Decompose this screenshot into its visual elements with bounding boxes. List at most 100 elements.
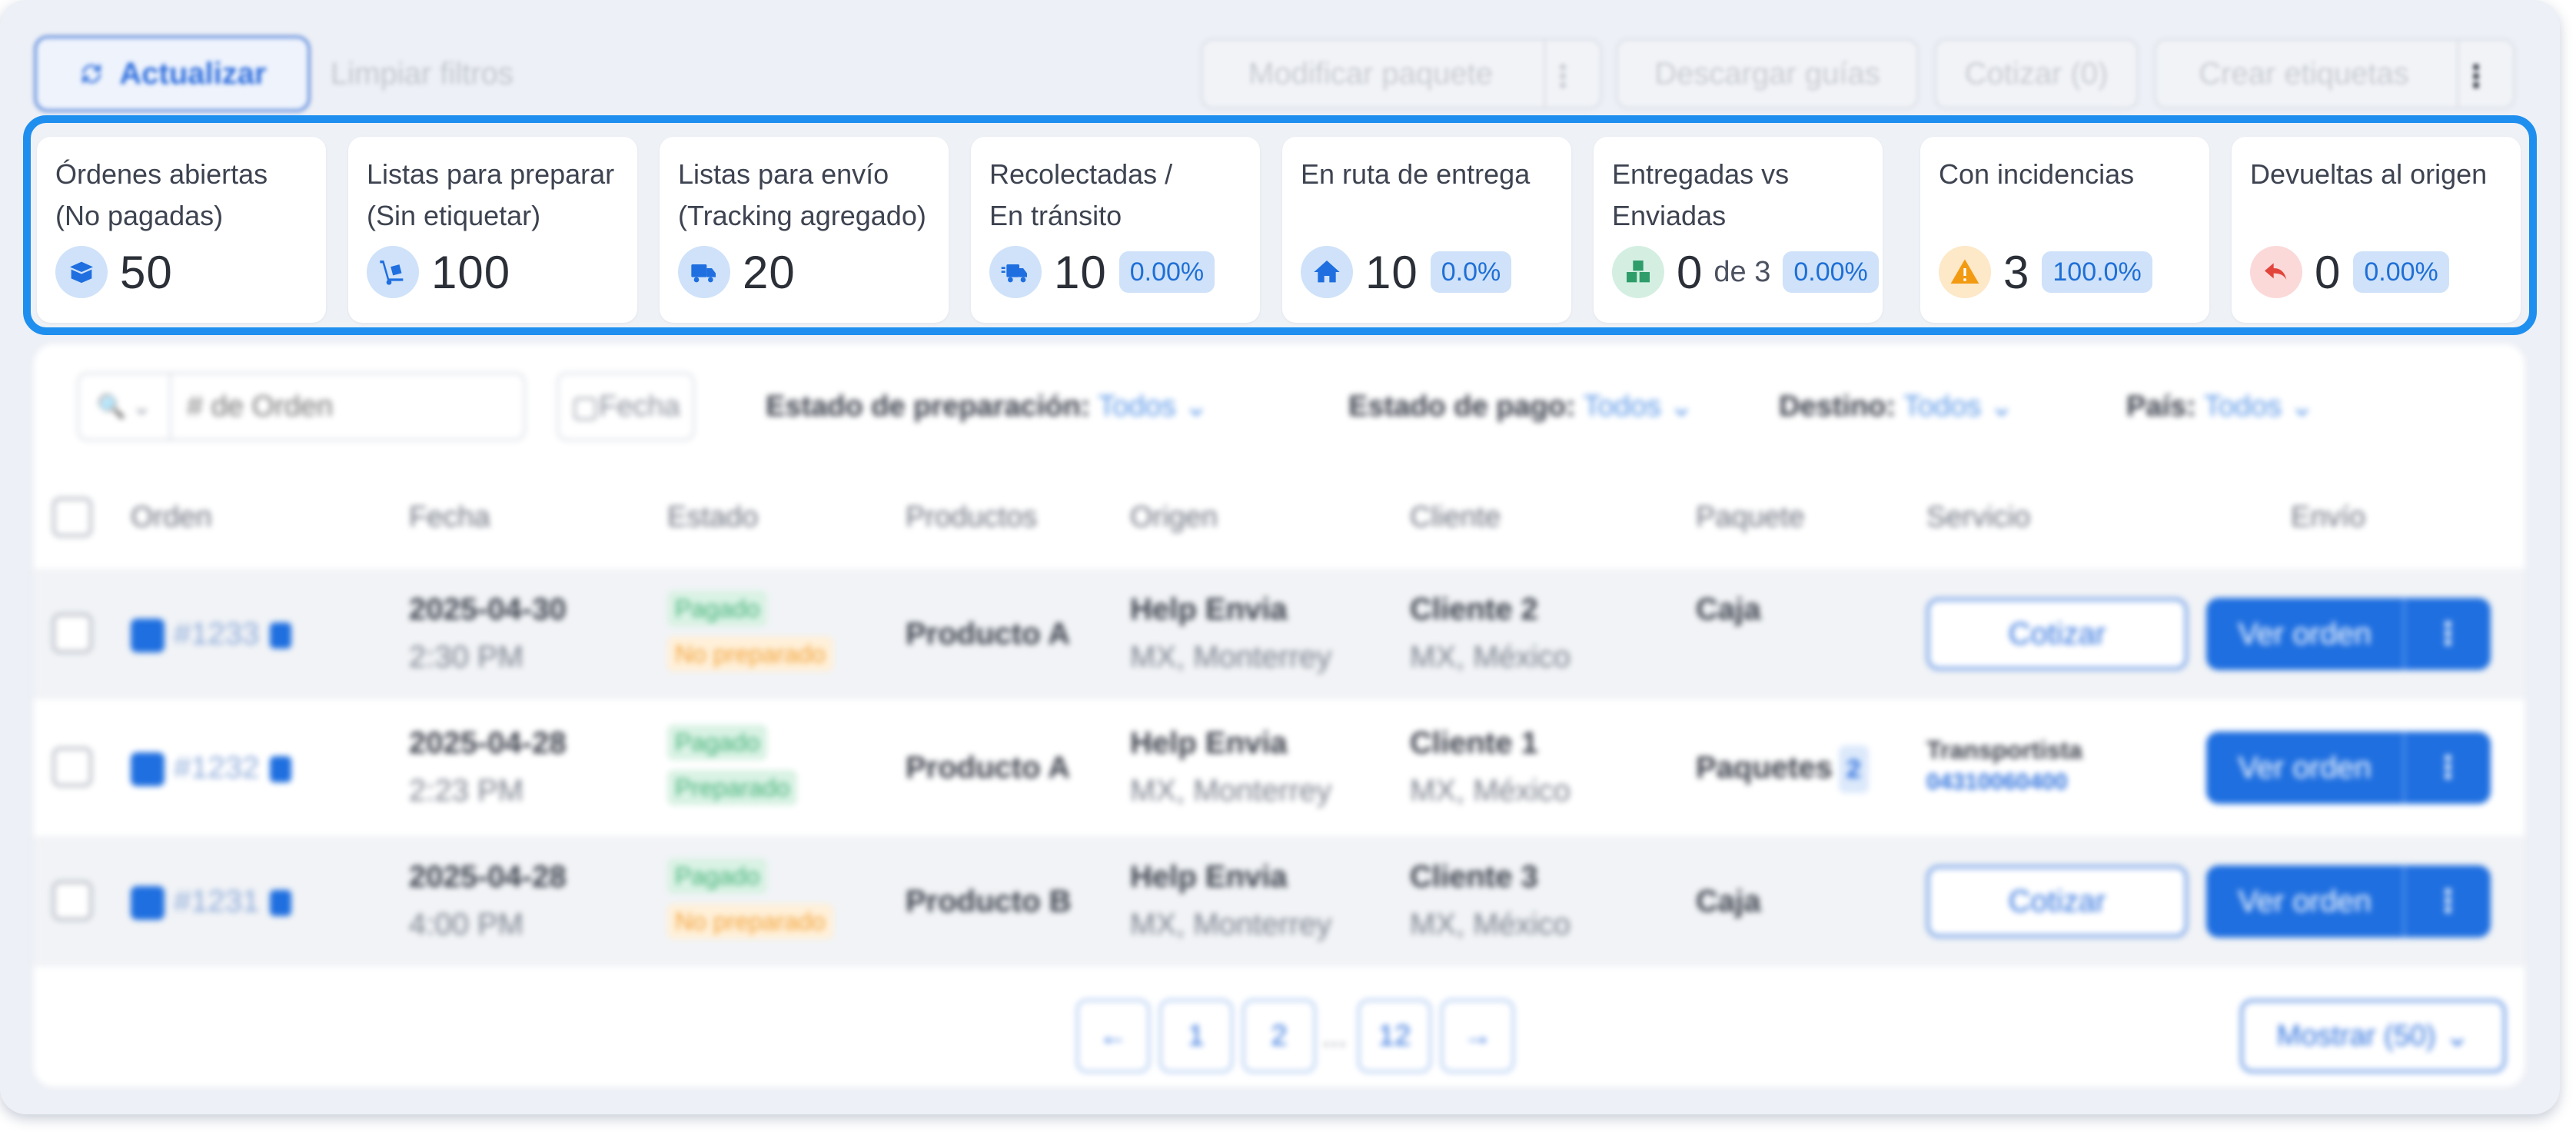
order-date: 2025-04-28: [409, 726, 567, 760]
view-order-label: Ver orden: [2238, 616, 2372, 651]
order-number[interactable]: #1231: [174, 885, 259, 918]
chevron-down-icon: ⌄: [1669, 390, 1694, 423]
destination-value: Todos: [1903, 390, 1982, 423]
stat-label: Recolectadas / En tránsito: [989, 158, 1173, 231]
column-header[interactable]: Productos: [906, 501, 1037, 534]
modify-package-button[interactable]: Modificar paquete ⋮: [1201, 38, 1602, 109]
column-header[interactable]: Origen: [1130, 501, 1218, 534]
chevron-down-icon: ⌄: [1184, 390, 1209, 423]
column-header[interactable]: Servicio: [1926, 501, 2030, 534]
more-options-icon[interactable]: ⋮: [2405, 616, 2491, 652]
product-cell: Producto B: [906, 885, 1072, 918]
search-type-select[interactable]: 🔍 ⌄: [79, 374, 171, 439]
stat-card-delivered[interactable]: Entregadas vs Enviadas 0 de 3 0.00%: [1594, 137, 1883, 323]
filters-bar: 🔍 ⌄ ▢ Fecha Estado de preparación: Todos…: [34, 344, 2524, 460]
next-page-button[interactable]: →: [1441, 999, 1514, 1073]
destination-filter[interactable]: Destino: Todos ⌄: [1779, 389, 2014, 423]
origin-location: MX, Monterrey: [1130, 640, 1332, 674]
table-row[interactable]: #1231 2025-04-28 4:00 PM Pagado No prepa…: [34, 836, 2524, 967]
clear-filters-link[interactable]: Limpiar filtros: [331, 57, 514, 91]
stat-card-incidents[interactable]: Con incidencias 3 100.0%: [1920, 137, 2209, 323]
more-options-icon[interactable]: ⋮: [2461, 59, 2491, 95]
row-checkbox[interactable]: [52, 613, 92, 653]
prep-state-value: Todos: [1098, 390, 1176, 423]
origin-cell: Help Envia MX, Monterrey: [1130, 586, 1331, 681]
stat-card-ready-to-prepare[interactable]: Listas para preparar (Sin etiquetar) 100: [348, 137, 637, 323]
table-row[interactable]: #1232 2025-04-28 2:23 PM Pagado Preparad…: [34, 702, 2524, 833]
stat-card-returned[interactable]: Devueltas al origen 0 0.00%: [2232, 137, 2521, 323]
modify-package-label: Modificar paquete: [1248, 56, 1493, 91]
country-label: País:: [2126, 390, 2196, 423]
update-button[interactable]: Actualizar: [34, 35, 311, 112]
search-input[interactable]: [171, 390, 510, 423]
origin-cell: Help Envia MX, Monterrey: [1130, 853, 1331, 948]
quote-row-button[interactable]: Cotizar: [1926, 865, 2188, 938]
order-cell[interactable]: #1233: [131, 610, 292, 658]
page-button[interactable]: 1: [1159, 999, 1233, 1073]
page-button[interactable]: 2: [1242, 999, 1316, 1073]
order-search[interactable]: 🔍 ⌄: [77, 372, 526, 441]
pay-state-filter[interactable]: Estado de pago: Todos ⌄: [1348, 389, 1694, 423]
order-date: 2025-04-30: [409, 593, 567, 626]
stat-card-in-transit[interactable]: Recolectadas / En tránsito 10 0.00%: [971, 137, 1260, 323]
column-header[interactable]: Orden: [131, 501, 212, 534]
stat-card-out-for-delivery[interactable]: En ruta de entrega 10 0.0%: [1282, 137, 1571, 323]
product-cell: Producto A: [906, 751, 1071, 785]
copy-icon[interactable]: [270, 890, 292, 917]
stat-value: 10: [1054, 246, 1107, 298]
origin-location: MX, Monterrey: [1130, 908, 1332, 941]
client-cell: Cliente 1 MX, México: [1410, 719, 1571, 815]
country-filter[interactable]: País: Todos ⌄: [2126, 389, 2315, 423]
quote-button[interactable]: Cotizar (0): [1934, 38, 2139, 109]
view-order-button[interactable]: Ver orden ⋮: [2206, 598, 2491, 670]
page-size-select[interactable]: Mostrar (50) ⌄: [2240, 999, 2506, 1073]
more-options-icon[interactable]: ⋮: [1547, 59, 1578, 95]
view-order-button[interactable]: Ver orden ⋮: [2206, 732, 2491, 804]
chevron-down-icon: ⌄: [1989, 390, 2014, 423]
service-cell: Transportista 04310060400: [1926, 733, 2082, 798]
truck-icon: [678, 246, 730, 298]
destination-label: Destino:: [1779, 390, 1896, 423]
stat-value: 3: [2003, 246, 2030, 298]
prep-state-filter[interactable]: Estado de preparación: Todos ⌄: [766, 389, 1208, 423]
column-header[interactable]: Paquete: [1696, 501, 1805, 534]
order-cell[interactable]: #1231: [131, 878, 292, 925]
download-guides-button[interactable]: Descargar guías: [1616, 38, 1919, 109]
stat-percent-badge: 0.00%: [1118, 251, 1215, 293]
select-all-checkbox[interactable]: [52, 497, 92, 537]
page-button[interactable]: 12: [1358, 999, 1431, 1073]
quote-row-button[interactable]: Cotizar: [1926, 598, 2188, 670]
package-cell: Caja: [1696, 885, 1761, 918]
table-header: Orden Fecha Estado Productos Origen Clie…: [34, 475, 2524, 559]
stat-of-total: de 3: [1713, 255, 1771, 288]
more-options-icon[interactable]: ⋮: [2405, 750, 2491, 785]
row-checkbox[interactable]: [52, 881, 92, 921]
column-header[interactable]: Cliente: [1410, 501, 1501, 534]
stat-card-ready-to-ship[interactable]: Listas para envío (Tracking agregado) 20: [660, 137, 949, 323]
table-row[interactable]: #1233 2025-04-30 2:30 PM Pagado No prepa…: [34, 569, 2524, 699]
payment-status-badge: Pagado: [667, 591, 768, 626]
pay-state-value: Todos: [1583, 390, 1661, 423]
view-order-button[interactable]: Ver orden ⋮: [2206, 865, 2491, 938]
origin-name: Help Envia: [1130, 726, 1288, 760]
tracking-link[interactable]: 04310060400: [1926, 767, 2082, 798]
pay-state-label: Estado de pago:: [1348, 390, 1576, 423]
stat-card-open-orders[interactable]: Órdenes abiertas (No pagadas) 50: [37, 137, 326, 323]
prep-status-badge: Preparado: [667, 770, 798, 805]
column-header[interactable]: Envío: [2291, 501, 2365, 534]
column-header[interactable]: Estado: [667, 501, 758, 534]
date-filter-button[interactable]: ▢ Fecha: [557, 372, 695, 441]
copy-icon[interactable]: [270, 756, 292, 783]
order-number[interactable]: #1232: [174, 751, 259, 785]
order-number[interactable]: #1233: [174, 617, 259, 651]
order-cell[interactable]: #1232: [131, 744, 292, 792]
more-options-icon[interactable]: ⋮: [2405, 884, 2491, 919]
stat-label: Órdenes abiertas (No pagadas): [55, 158, 268, 231]
prev-page-button[interactable]: ←: [1076, 999, 1150, 1073]
copy-icon[interactable]: [270, 622, 292, 649]
row-checkbox[interactable]: [52, 747, 92, 787]
column-header[interactable]: Fecha: [409, 501, 490, 534]
stat-label: Listas para preparar (Sin etiquetar): [367, 158, 615, 231]
hand-truck-icon: [367, 246, 419, 298]
create-labels-button[interactable]: Crear etiquetas ⋮: [2154, 38, 2515, 109]
